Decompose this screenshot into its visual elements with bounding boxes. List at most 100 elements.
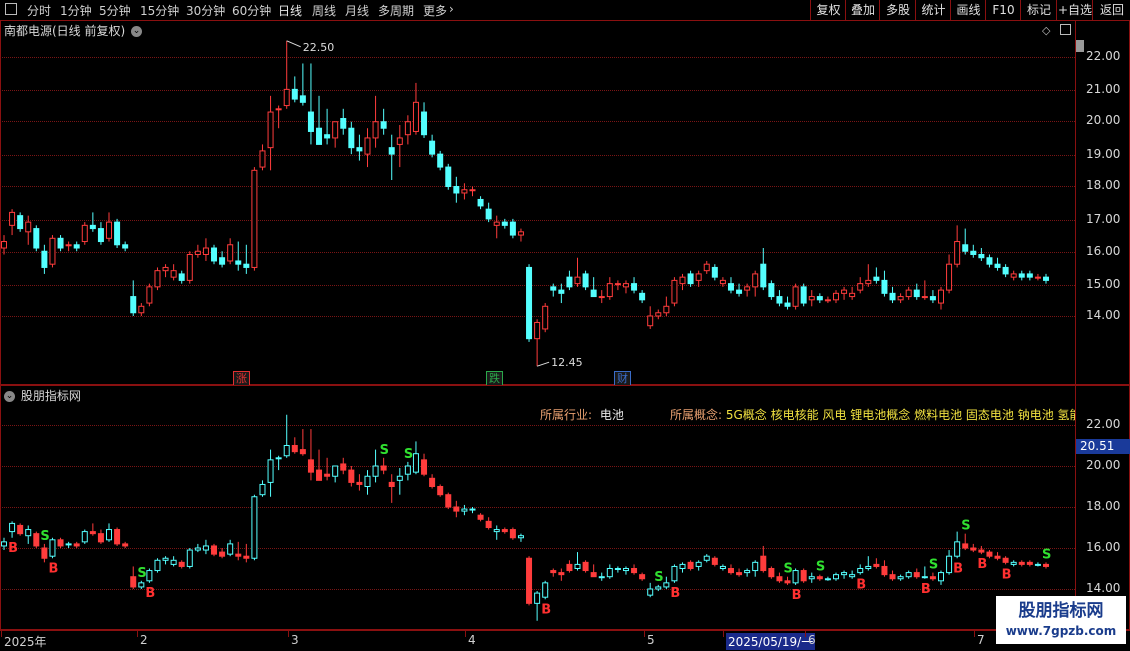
event-marker[interactable]: 财 bbox=[614, 371, 631, 386]
candle-body bbox=[291, 88, 298, 100]
watermark-logo: 股朋指标网 www.7gpzb.com bbox=[996, 596, 1126, 644]
candle-body bbox=[711, 266, 718, 278]
candle-body bbox=[639, 292, 646, 301]
candle-body bbox=[227, 543, 234, 555]
toolbar-button-7[interactable]: +自选 bbox=[1056, 0, 1093, 20]
period-tab-8[interactable]: 月线 bbox=[345, 2, 369, 19]
candle-body bbox=[784, 580, 791, 584]
candle-body bbox=[340, 463, 347, 471]
price-axis-label: 17.00 bbox=[1086, 212, 1121, 226]
candle-body bbox=[178, 273, 185, 281]
toolbar-button-2[interactable]: 多股 bbox=[879, 0, 916, 20]
candle-body bbox=[937, 572, 944, 582]
candle-body bbox=[41, 250, 48, 268]
candle-body bbox=[154, 270, 161, 288]
buy-signal: B bbox=[953, 561, 963, 576]
candle-body bbox=[857, 568, 864, 574]
period-tab-1[interactable]: 1分钟 bbox=[60, 2, 92, 19]
candle-body bbox=[752, 561, 759, 572]
candle-body bbox=[259, 483, 266, 496]
date-tick bbox=[974, 631, 975, 637]
chart-menu-icon[interactable] bbox=[5, 3, 17, 15]
more-arrow-icon[interactable]: › bbox=[449, 2, 454, 16]
candle-body bbox=[73, 543, 80, 547]
candle-body bbox=[889, 574, 896, 580]
candle-body bbox=[857, 283, 864, 291]
date-label: 3 bbox=[291, 633, 299, 647]
candle-body bbox=[703, 555, 710, 561]
candlestick-chart[interactable]: 22.50 12.45 bbox=[0, 20, 1075, 385]
candle-body bbox=[138, 582, 145, 588]
candle-body bbox=[49, 237, 56, 265]
period-tab-5[interactable]: 60分钟 bbox=[232, 2, 271, 19]
sell-signal: S bbox=[137, 566, 146, 581]
period-tab-9[interactable]: 多周期 bbox=[378, 2, 414, 19]
candle-body bbox=[307, 111, 314, 132]
candle-body bbox=[461, 189, 468, 194]
high-label: 22.50 bbox=[303, 41, 335, 54]
candle-body bbox=[526, 557, 533, 604]
candle-body bbox=[106, 529, 113, 541]
candle-body bbox=[1034, 563, 1041, 566]
indicator-axis-label: 18.00 bbox=[1086, 499, 1121, 513]
toolbar-button-6[interactable]: 标记 bbox=[1020, 0, 1057, 20]
candle-body bbox=[622, 568, 629, 572]
toolbar-button-4[interactable]: 画线 bbox=[950, 0, 986, 20]
candle-body bbox=[792, 570, 799, 584]
candle-body bbox=[437, 153, 444, 168]
date-tick bbox=[723, 631, 724, 637]
candle-body bbox=[614, 283, 621, 286]
candle-body bbox=[841, 289, 848, 294]
toolbar-button-0[interactable]: 复权 bbox=[810, 0, 846, 20]
candle-body bbox=[81, 224, 88, 243]
candle-body bbox=[1, 541, 7, 547]
candle-body bbox=[824, 578, 831, 581]
event-marker[interactable]: 跌 bbox=[486, 371, 503, 386]
indicator-chart[interactable]: BBBBB BB BB BBSSS SSS S SSS bbox=[0, 385, 1075, 630]
toolbar-button-5[interactable]: F10 bbox=[985, 0, 1021, 20]
period-tab-3[interactable]: 15分钟 bbox=[140, 2, 179, 19]
candle-body bbox=[590, 572, 597, 578]
candle-body bbox=[736, 572, 743, 576]
toolbar-button-8[interactable]: 返回 bbox=[1092, 0, 1130, 20]
period-tab-10[interactable]: 更多 bbox=[423, 2, 447, 19]
candle-body bbox=[332, 465, 339, 477]
candle-body bbox=[202, 545, 209, 551]
sell-signal: S bbox=[961, 519, 970, 534]
candle-body bbox=[889, 292, 896, 301]
candle-body bbox=[130, 576, 137, 588]
candle-body bbox=[202, 247, 209, 255]
candle-body bbox=[340, 118, 347, 129]
candle-body bbox=[170, 559, 177, 565]
period-tab-2[interactable]: 5分钟 bbox=[99, 2, 131, 19]
toolbar-button-3[interactable]: 统计 bbox=[915, 0, 951, 20]
candle-body bbox=[639, 574, 646, 580]
indicator-axis-label: 16.00 bbox=[1086, 540, 1121, 554]
candle-body bbox=[768, 283, 775, 298]
candle-body bbox=[671, 565, 678, 582]
period-tab-6[interactable]: 日线 bbox=[278, 2, 302, 19]
candle-body bbox=[816, 576, 823, 580]
candle-body bbox=[921, 296, 928, 299]
toolbar-button-1[interactable]: 叠加 bbox=[845, 0, 880, 20]
candle-body bbox=[655, 312, 662, 317]
candle-body bbox=[235, 260, 242, 265]
candle-body bbox=[372, 465, 379, 477]
price-axis-label: 20.00 bbox=[1086, 113, 1121, 127]
sell-signal: S bbox=[929, 558, 938, 573]
candle-body bbox=[178, 561, 185, 567]
candle-body bbox=[501, 529, 508, 533]
candle-body bbox=[526, 266, 533, 340]
event-marker[interactable]: 涨 bbox=[233, 371, 250, 386]
candle-body bbox=[364, 137, 371, 155]
buy-signal: B bbox=[1002, 567, 1012, 582]
sell-signal: S bbox=[654, 570, 663, 585]
period-tab-7[interactable]: 周线 bbox=[312, 2, 336, 19]
candle-body bbox=[9, 211, 16, 226]
candle-body bbox=[396, 137, 403, 145]
candle-body bbox=[477, 514, 484, 520]
period-tab-0[interactable]: 分时 bbox=[27, 2, 51, 19]
price-axis-label: 14.00 bbox=[1086, 308, 1121, 322]
period-tab-4[interactable]: 30分钟 bbox=[186, 2, 225, 19]
date-label: 4 bbox=[468, 633, 476, 647]
